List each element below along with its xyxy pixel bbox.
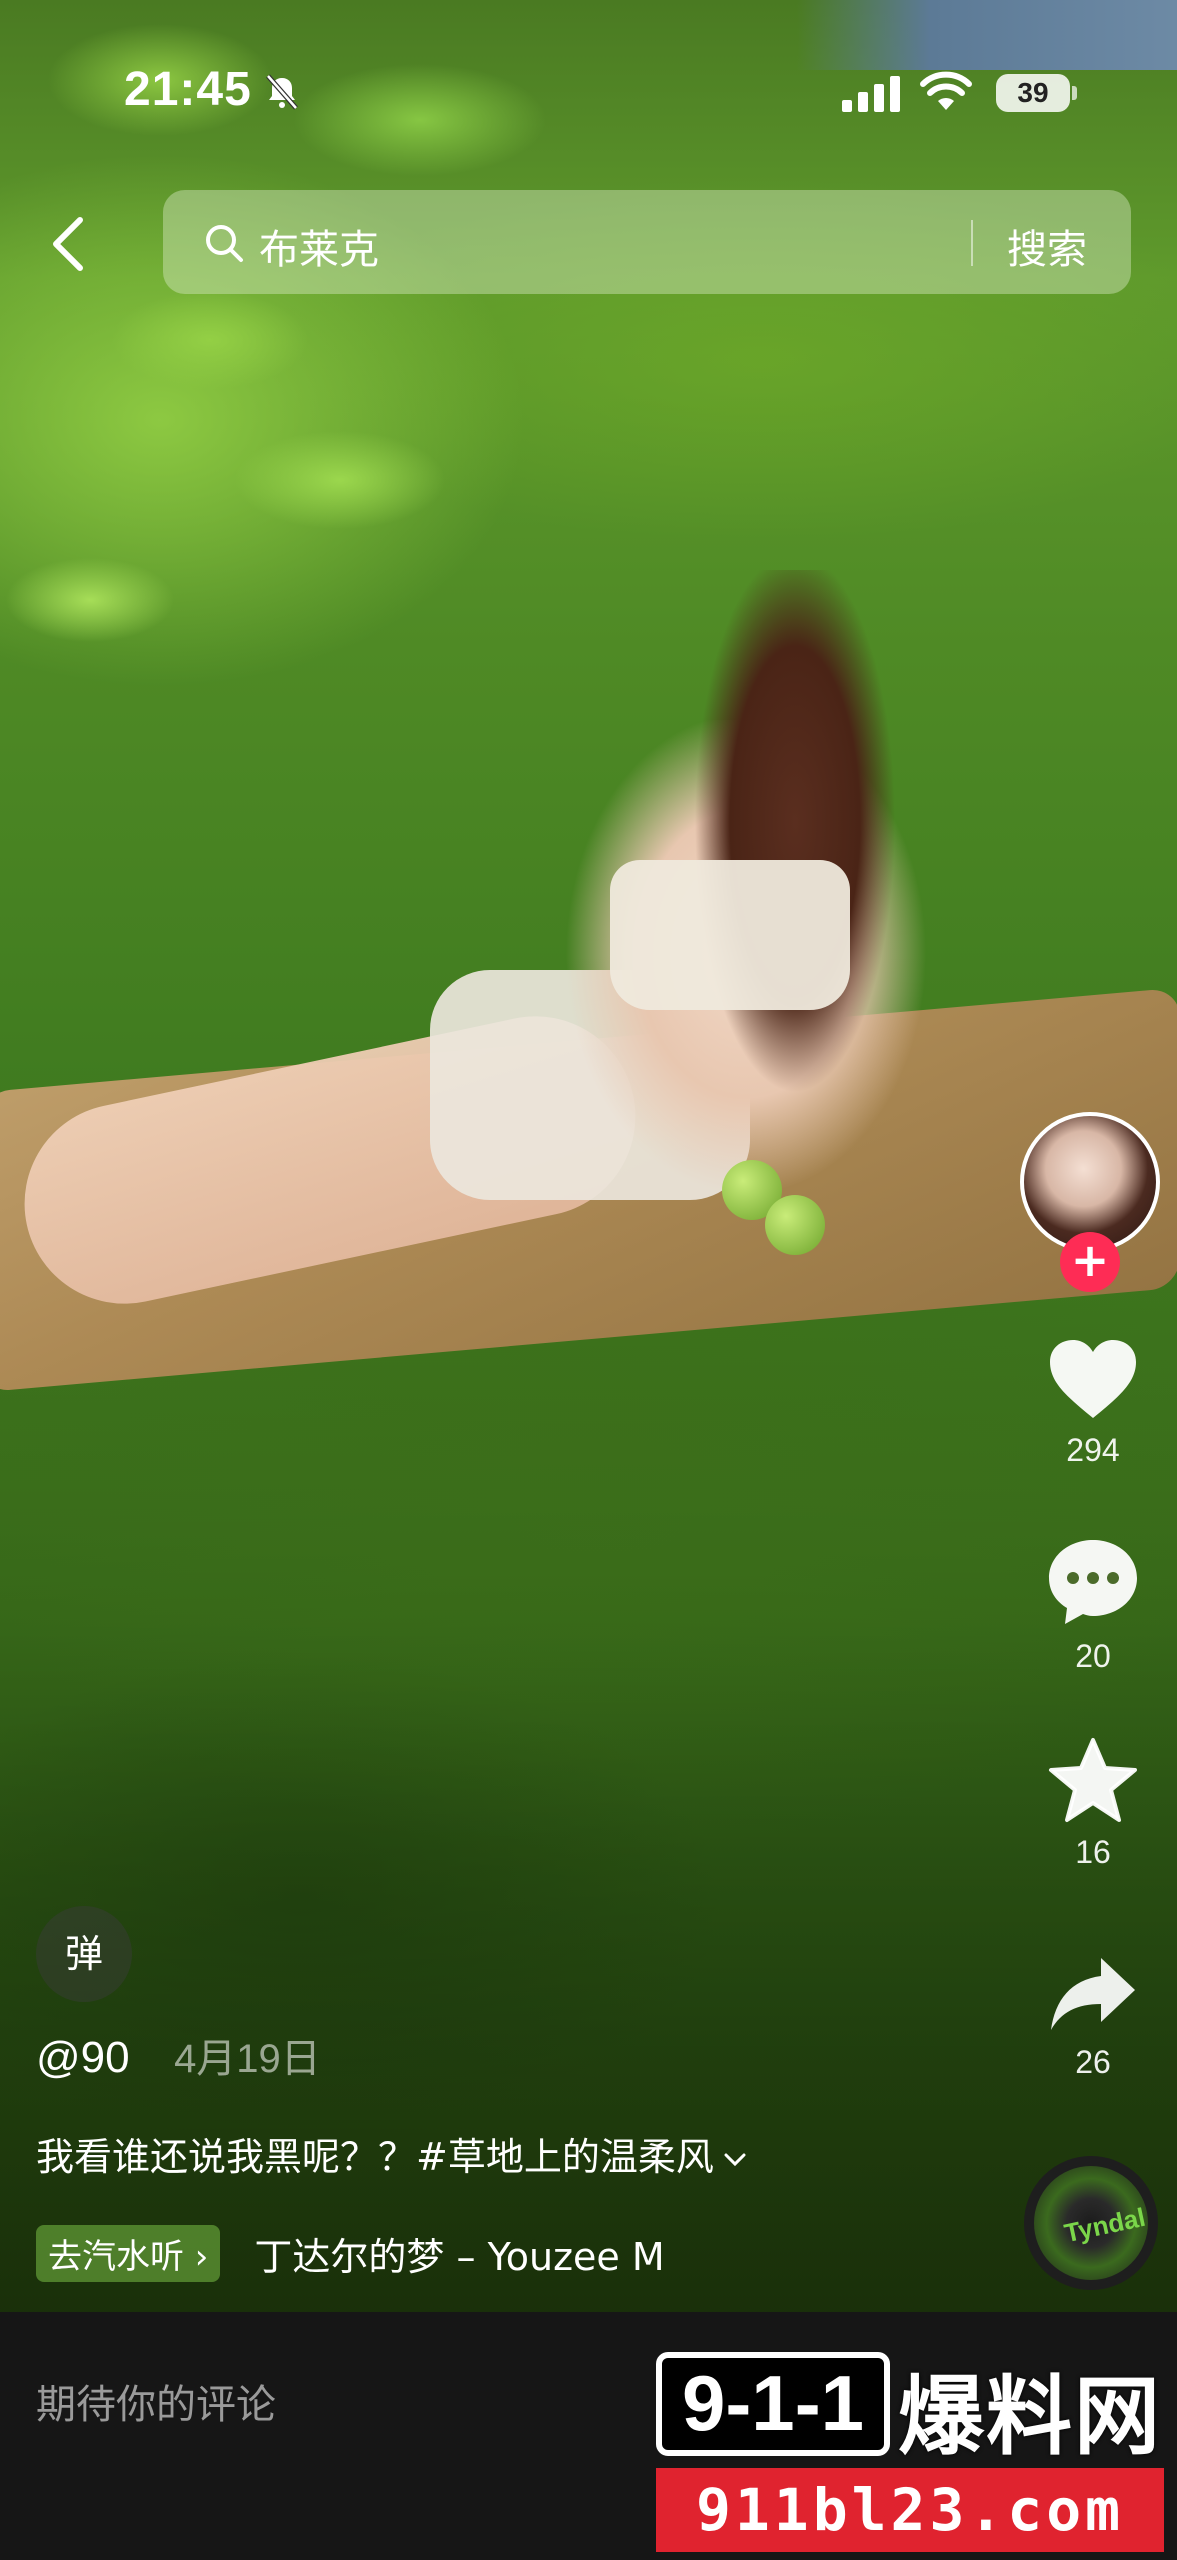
video-frame[interactable] bbox=[0, 0, 1177, 2312]
search-divider bbox=[971, 220, 973, 266]
subject-hair bbox=[680, 570, 910, 1130]
like-button[interactable]: 294 bbox=[1040, 1336, 1146, 1469]
comment-count: 20 bbox=[1075, 1638, 1111, 1674]
comment-button[interactable]: 20 bbox=[1040, 1536, 1146, 1675]
search-icon bbox=[206, 225, 243, 262]
signal-icon bbox=[842, 76, 900, 112]
comment-icon bbox=[1049, 1540, 1137, 1624]
bottom-shade bbox=[0, 1612, 1177, 2312]
star-icon bbox=[1049, 1738, 1137, 1822]
bell-off-icon bbox=[266, 74, 298, 110]
status-time: 21:45 bbox=[124, 63, 252, 116]
subject-top bbox=[610, 860, 850, 1010]
search-button[interactable]: 搜索 bbox=[1007, 217, 1087, 275]
disc-label: Tyndal bbox=[1061, 2201, 1148, 2249]
wifi-icon bbox=[920, 71, 972, 110]
like-count: 294 bbox=[1066, 1432, 1120, 1468]
author-name[interactable]: @90 bbox=[36, 2033, 130, 2082]
favorite-count: 16 bbox=[1075, 1834, 1111, 1870]
post-caption[interactable]: 我看谁还说我黑呢？？#草地上的温柔风 bbox=[36, 2126, 748, 2181]
danmu-toggle-button[interactable]: 弹 bbox=[36, 1906, 132, 2002]
search-bar[interactable]: 布莱克 搜索 bbox=[163, 190, 1131, 294]
watermark-title: 爆料网 bbox=[898, 2367, 1162, 2467]
music-row[interactable]: 去汽水听 › 丁达尔的梦 – Youzee M bbox=[36, 2224, 774, 2282]
hashtag-link[interactable]: #草地上的温柔风 bbox=[416, 2135, 714, 2179]
music-title[interactable]: 丁达尔的梦 – Youzee M bbox=[254, 2226, 774, 2281]
share-button[interactable]: 26 bbox=[1040, 1954, 1146, 2081]
battery-icon: 39 bbox=[996, 74, 1070, 112]
music-disc[interactable]: Tyndal bbox=[1024, 2156, 1158, 2290]
favorite-button[interactable]: 16 bbox=[1040, 1736, 1146, 1871]
caption-text: 我看谁还说我黑呢？？ bbox=[36, 2135, 417, 2179]
author-line: @90 4月19日 bbox=[36, 2026, 321, 2084]
share-count: 26 bbox=[1075, 2044, 1111, 2080]
back-button[interactable] bbox=[40, 208, 100, 280]
chevron-down-icon[interactable] bbox=[722, 2150, 748, 2170]
watermark-url: 911bl23.com bbox=[656, 2468, 1164, 2552]
heart-icon bbox=[1050, 1340, 1136, 1418]
search-input[interactable]: 布莱克 bbox=[259, 217, 379, 275]
green-apple bbox=[765, 1195, 825, 1255]
share-arrow-icon bbox=[1051, 1958, 1135, 2030]
battery-tip bbox=[1072, 86, 1077, 100]
watermark-logo-box: 9-1-1 bbox=[656, 2352, 890, 2456]
avatar[interactable] bbox=[1020, 1112, 1160, 1252]
follow-button[interactable]: + bbox=[1060, 1232, 1120, 1292]
music-app-link[interactable]: 去汽水听 › bbox=[36, 2224, 221, 2282]
status-bar: 21:45 39 bbox=[0, 0, 1177, 180]
comment-input[interactable]: 期待你的评论 bbox=[36, 2372, 276, 2430]
post-date: 4月19日 bbox=[174, 2037, 321, 2081]
